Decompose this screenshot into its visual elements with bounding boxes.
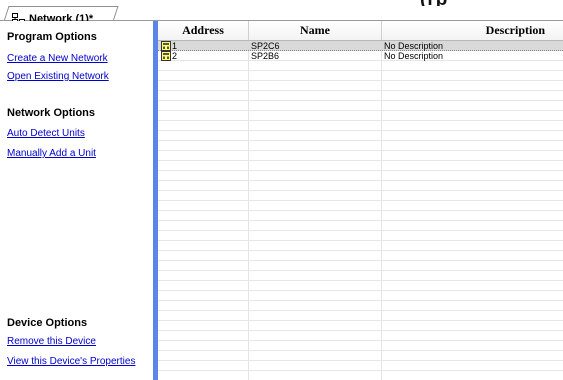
table-row[interactable] [158,371,563,380]
table-row[interactable] [158,241,563,251]
view-device-properties-link[interactable]: View this Device's Properties [7,356,135,367]
cell-address: 1 [172,41,178,51]
table-row[interactable] [158,321,563,331]
device-options-title: Device Options [7,317,88,329]
table-row[interactable]: 2 SP2B6 No Description [158,51,563,61]
table-row[interactable] [158,91,563,101]
cell-address: 2 [172,51,178,61]
table-row[interactable] [158,211,563,221]
table-row[interactable] [158,151,563,161]
table-row[interactable] [158,281,563,291]
table-row[interactable] [158,191,563,201]
table-row[interactable] [158,231,563,241]
auto-detect-units-link[interactable]: Auto Detect Units [7,128,85,139]
device-icon [161,51,171,61]
table-row[interactable] [158,171,563,181]
cell-description: No Description [384,51,444,61]
table-row[interactable] [158,341,563,351]
table-row[interactable] [158,81,563,91]
table-row[interactable] [158,331,563,341]
network-options-title: Network Options [7,107,96,119]
column-header-address[interactable]: Address [158,21,249,40]
table-row[interactable] [158,111,563,121]
table-row[interactable] [158,361,563,371]
device-table: Address Name Description 1 SP2C6 No Descri… [158,21,563,380]
program-options-title: Program Options [7,31,97,43]
device-icon [161,41,171,51]
cell-description: No Description [384,41,444,51]
table-row[interactable] [158,291,563,301]
cell-name: SP2C6 [251,41,280,51]
table-row[interactable] [158,351,563,361]
table-row[interactable] [158,201,563,211]
table-row[interactable] [158,271,563,281]
table-row[interactable] [158,221,563,231]
table-row[interactable] [158,131,563,141]
table-row[interactable] [158,301,563,311]
table-row[interactable] [158,141,563,151]
task-panel: Program Options Create a New Network Ope… [0,21,153,380]
table-row[interactable] [158,261,563,271]
remove-device-link[interactable]: Remove this Device [7,336,96,347]
table-row[interactable] [158,181,563,191]
table-row[interactable] [158,311,563,321]
create-new-network-link[interactable]: Create a New Network [7,53,108,64]
table-row[interactable] [158,61,563,71]
table-row[interactable] [158,71,563,81]
manually-add-unit-link[interactable]: Manually Add a Unit [7,148,96,159]
column-header-description[interactable]: Description [382,21,563,40]
table-row[interactable] [158,251,563,261]
table-header: Address Name Description [158,21,563,41]
table-row[interactable] [158,161,563,171]
column-header-name[interactable]: Name [249,21,382,40]
open-existing-network-link[interactable]: Open Existing Network [7,71,109,82]
table-row[interactable] [158,121,563,131]
table-row[interactable] [158,101,563,111]
tab-strip: Network (1)* [0,6,563,25]
cell-name: SP2B6 [251,51,280,61]
table-row[interactable]: 1 SP2C6 No Description [158,41,563,51]
